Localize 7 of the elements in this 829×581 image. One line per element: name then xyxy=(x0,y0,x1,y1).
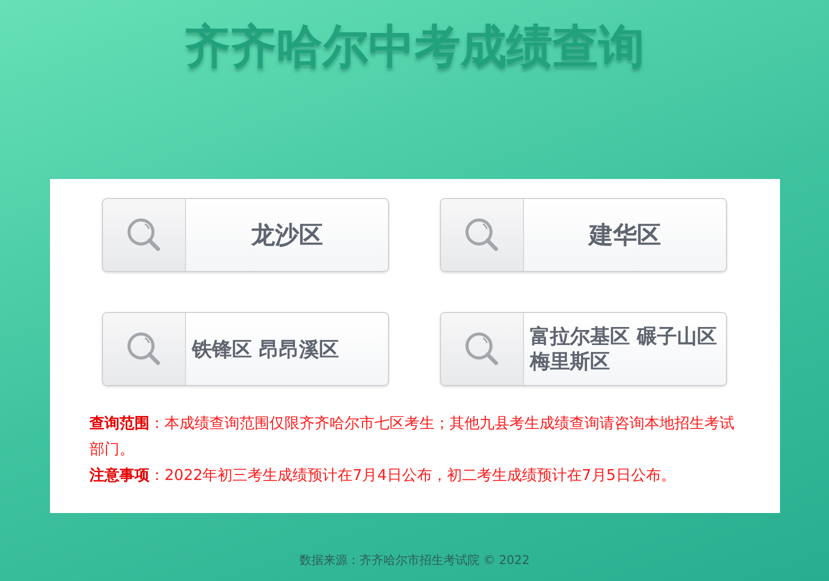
district-button[interactable]: 铁锋区 昂昂溪区 xyxy=(102,312,389,386)
district-button[interactable]: 龙沙区 xyxy=(102,198,389,272)
district-button[interactable]: 富拉尔基区 碾子山区梅里斯区 xyxy=(440,312,727,386)
footer-text: 数据来源：齐齐哈尔市招生考试院 © 2022 xyxy=(299,552,530,569)
notice-text: 注意事项：2022年初三考生成绩预计在7月4日公布，初二考生成绩预计在7月5日公布。 xyxy=(90,465,677,486)
notice-text: 查询范围：本成绩查询范围仅限齐齐哈尔市七区考生；其他九县考生成绩查询请咨询本地招生考试部门。 xyxy=(90,413,736,460)
district-button[interactable]: 建华区 xyxy=(440,198,727,272)
